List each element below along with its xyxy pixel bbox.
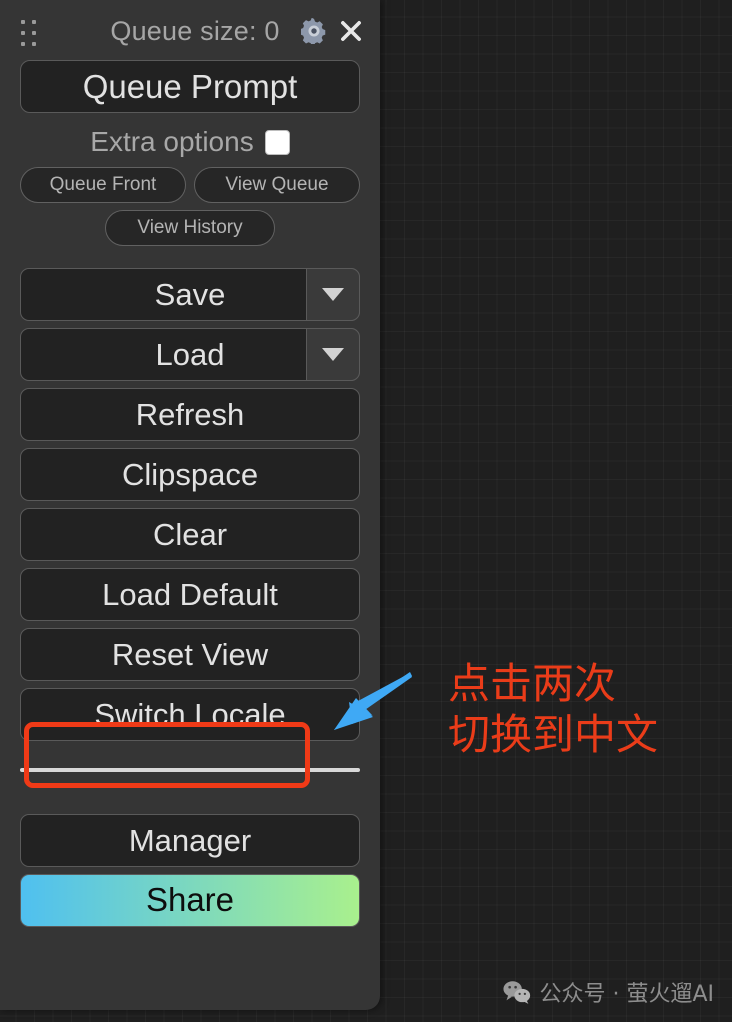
refresh-button-label: Refresh bbox=[135, 396, 245, 432]
save-dropdown-toggle[interactable] bbox=[306, 267, 360, 321]
manager-button-label: Manager bbox=[128, 822, 252, 858]
comfyui-menu-panel: Queue size: 0 Queue Prompt Extra options… bbox=[0, 0, 380, 1010]
reset-view-button-label: Reset View bbox=[111, 636, 269, 672]
share-button[interactable]: Share bbox=[20, 873, 360, 927]
queue-size-label: Queue size: 0 bbox=[110, 15, 280, 46]
queue-pill-row: Queue Front View Queue bbox=[20, 167, 360, 203]
load-default-button[interactable]: Load Default bbox=[20, 567, 360, 621]
extra-options-label: Extra options bbox=[90, 126, 254, 157]
blue-arrow-pointer bbox=[334, 672, 412, 730]
switch-locale-button-label: Switch Locale bbox=[94, 696, 286, 732]
clipspace-button[interactable]: Clipspace bbox=[20, 447, 360, 501]
view-history-button[interactable]: View History bbox=[105, 209, 275, 246]
load-button-label: Load bbox=[155, 336, 225, 372]
extra-options-row: Extra options bbox=[20, 117, 360, 167]
annotation-line-1: 点击两次 bbox=[448, 659, 617, 708]
extra-options-checkbox[interactable] bbox=[264, 129, 290, 155]
queue-front-button[interactable]: Queue Front bbox=[20, 167, 186, 203]
panel-divider bbox=[20, 767, 360, 772]
annotation-line-2: 切换到中文 bbox=[448, 710, 659, 760]
drag-dot bbox=[32, 31, 36, 35]
view-queue-button[interactable]: View Queue bbox=[194, 167, 360, 203]
drag-dot bbox=[21, 42, 25, 46]
manager-button[interactable]: Manager bbox=[20, 813, 360, 867]
reset-view-button[interactable]: Reset View bbox=[20, 627, 360, 681]
close-icon[interactable] bbox=[338, 18, 364, 44]
annotation-text: 点击两次 切换到中文 bbox=[448, 658, 658, 760]
clear-button[interactable]: Clear bbox=[20, 507, 360, 561]
save-button-label: Save bbox=[154, 276, 226, 312]
clipspace-button-label: Clipspace bbox=[121, 456, 259, 492]
load-button[interactable]: Load bbox=[20, 327, 360, 381]
queue-prompt-button[interactable]: Queue Prompt bbox=[20, 60, 360, 113]
header-icon-group bbox=[301, 18, 364, 44]
share-button-label: Share bbox=[145, 881, 235, 919]
drag-handle[interactable] bbox=[21, 20, 39, 46]
history-pill-row: View History bbox=[20, 209, 360, 246]
chevron-down-icon bbox=[322, 287, 344, 301]
chevron-down-icon bbox=[322, 347, 344, 361]
panel-header: Queue size: 0 bbox=[20, 0, 361, 62]
drag-dot bbox=[21, 20, 25, 24]
drag-dot bbox=[21, 31, 25, 35]
bottom-button-group: Manager Share bbox=[20, 813, 360, 927]
gear-icon[interactable] bbox=[301, 18, 327, 44]
watermark-text: 公众号 · 萤火遛AI bbox=[539, 982, 714, 1007]
drag-dot bbox=[32, 42, 36, 46]
load-dropdown-toggle[interactable] bbox=[306, 327, 360, 381]
refresh-button[interactable]: Refresh bbox=[20, 387, 360, 441]
save-button[interactable]: Save bbox=[20, 267, 360, 321]
watermark: 公众号 · 萤火遛AI bbox=[503, 976, 714, 1008]
action-button-stack: Save Load Refresh Clipspace Clear Load D… bbox=[20, 267, 360, 741]
drag-dot bbox=[32, 20, 36, 24]
switch-locale-button[interactable]: Switch Locale bbox=[20, 687, 360, 741]
clear-button-label: Clear bbox=[152, 516, 228, 552]
wechat-icon bbox=[503, 981, 531, 1004]
load-default-button-label: Load Default bbox=[102, 576, 278, 612]
